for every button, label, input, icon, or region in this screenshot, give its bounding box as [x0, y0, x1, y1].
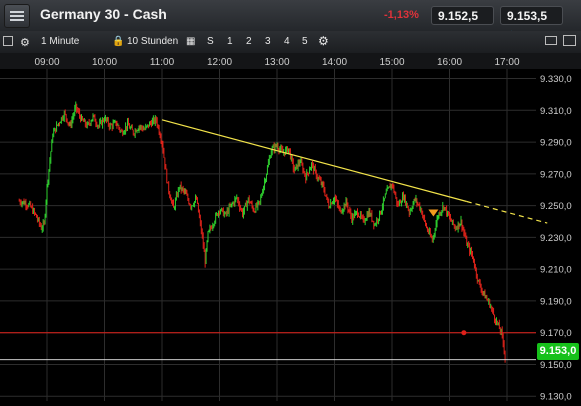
s-button[interactable]: S [207, 36, 214, 47]
y-tick-label: 9.130,0 [540, 392, 572, 401]
range-selector[interactable]: 10 Stunden [127, 36, 178, 47]
y-tick-label: 9.190,0 [540, 296, 572, 307]
x-tick-label: 13:00 [264, 57, 289, 68]
settings-gear-icon[interactable]: ⚙ [318, 34, 329, 48]
y-tick-label: 9.150,0 [540, 360, 572, 371]
x-tick-label: 17:00 [494, 57, 519, 68]
price-chart[interactable]: 09:00 10:00 11:00 12:00 13:00 14:00 15:00 16:00… [0, 53, 581, 403]
x-tick-label: 16:00 [437, 57, 462, 68]
x-tick-label: 09:00 [34, 57, 59, 68]
y-tick-label: 9.330,0 [540, 74, 572, 85]
calendar-icon[interactable]: ▦ [186, 36, 195, 47]
sell-price-button[interactable]: 9.152,5 ⬇ [431, 6, 494, 42]
x-tick-label: 11:00 [150, 57, 175, 68]
instrument-title: Germany 30 - Cash [40, 6, 167, 22]
lock-icon[interactable]: 🔒 [112, 36, 124, 47]
y-tick-label: 9.290,0 [540, 138, 572, 149]
gear-icon[interactable]: ⚙ [20, 36, 30, 49]
sell-price-label: 9.152,5 [438, 9, 479, 23]
y-tick-label: 9.270,0 [540, 169, 572, 180]
interval-selector[interactable]: 1 Minute [41, 36, 79, 47]
y-tick-label: 9.250,0 [540, 201, 572, 212]
preset-2-button[interactable]: 2 [246, 36, 252, 47]
price-change: -1,13% [384, 9, 419, 21]
y-tick-label: 9.310,0 [540, 106, 572, 117]
y-tick-label: 9.170,0 [540, 328, 572, 339]
preset-5-button[interactable]: 5 [302, 36, 308, 47]
preset-1-button[interactable]: 1 [227, 36, 233, 47]
title-bar: Germany 30 - Cash -1,13% 9.152,5 ⬇ 9.153… [0, 0, 581, 42]
window-icon[interactable] [545, 36, 557, 45]
x-tick-label: 14:00 [322, 57, 347, 68]
x-tick-label: 15:00 [379, 57, 404, 68]
current-price-badge: 9.153,0 [537, 343, 579, 360]
x-tick-label: 10:00 [92, 57, 117, 68]
buy-price-button[interactable]: 9.153,5 ⬆ [500, 6, 563, 42]
preset-3-button[interactable]: 3 [265, 36, 271, 47]
support-marker [461, 330, 467, 336]
preset-4-button[interactable]: 4 [284, 36, 290, 47]
y-tick-label: 9.210,0 [540, 265, 572, 276]
trendline [161, 119, 467, 203]
hamburger-icon[interactable] [4, 4, 30, 28]
chart-toolbar: ⚙ 1 Minute 🔒 10 Stunden ▦ S 1 2 3 4 5 ⚙ [0, 31, 581, 54]
chart-area[interactable]: 09:00 10:00 11:00 12:00 13:00 14:00 15:00 16:00… [0, 53, 581, 406]
fullscreen-icon[interactable] [563, 35, 576, 46]
chart-type-icon[interactable] [3, 36, 13, 46]
x-tick-label: 12:00 [207, 57, 232, 68]
y-tick-label: 9.230,0 [540, 233, 572, 244]
buy-price-label: 9.153,5 [507, 9, 548, 23]
